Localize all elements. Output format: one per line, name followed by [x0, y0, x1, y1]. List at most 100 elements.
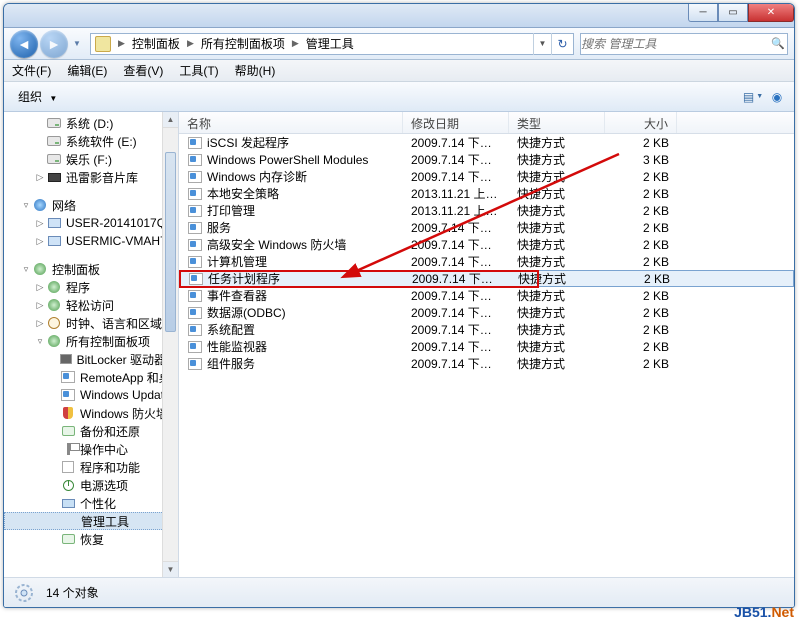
- navbar: ◄ ► ▼ ▶ 控制面板 ▶ 所有控制面板项 ▶ 管理工具 ▼ ↻ 🔍: [4, 28, 794, 60]
- caret-icon[interactable]: ▷: [34, 172, 46, 183]
- breadcrumb-part1[interactable]: 控制面板: [128, 35, 184, 52]
- sidebar-item[interactable]: BitLocker 驱动器加: [4, 350, 178, 368]
- list-row[interactable]: 本地安全策略2013.11.21 上午...快捷方式2 KB: [179, 185, 794, 202]
- minimize-button[interactable]: ─: [688, 4, 718, 22]
- forward-button[interactable]: ►: [40, 30, 68, 58]
- organize-button[interactable]: 组织 ▼: [10, 86, 65, 107]
- sidebar-item[interactable]: 管理工具: [4, 512, 178, 530]
- sidebar-item[interactable]: 程序和功能: [4, 458, 178, 476]
- list-row[interactable]: Windows PowerShell Modules2009.7.14 下午 1…: [179, 151, 794, 168]
- caret-icon[interactable]: ▷: [34, 236, 46, 247]
- caret-icon[interactable]: ▿: [20, 200, 32, 211]
- list-row[interactable]: iSCSI 发起程序2009.7.14 下午 1...快捷方式2 KB: [179, 134, 794, 151]
- scrollbar[interactable]: ▲ ▼: [162, 112, 178, 577]
- scroll-thumb[interactable]: [165, 152, 176, 332]
- tv-icon: [46, 170, 62, 184]
- scroll-down[interactable]: ▼: [163, 561, 178, 577]
- sidebar-item[interactable]: 操作中心: [4, 440, 178, 458]
- menu-help[interactable]: 帮助(H): [227, 62, 284, 79]
- row-date: 2009.7.14 下午 1...: [403, 304, 509, 321]
- breadcrumb[interactable]: ▶ 控制面板 ▶ 所有控制面板项 ▶ 管理工具 ▼ ↻: [90, 33, 574, 55]
- row-type: 快捷方式: [510, 270, 606, 287]
- caret-icon[interactable]: ▷: [34, 282, 46, 293]
- sidebar-item-label: USERMIC-VMAH7V: [66, 234, 175, 248]
- row-type: 快捷方式: [509, 202, 605, 219]
- sidebar-item[interactable]: ▷程序: [4, 278, 178, 296]
- help-button[interactable]: ◉: [766, 87, 788, 107]
- list-row[interactable]: 任务计划程序2009.7.14 下午 1...快捷方式2 KB: [179, 270, 794, 287]
- breadcrumb-dropdown[interactable]: ▼: [533, 33, 551, 55]
- list-row[interactable]: 性能监视器2009.7.14 下午 1...快捷方式2 KB: [179, 338, 794, 355]
- sidebar-item[interactable]: ▿所有控制面板项: [4, 332, 178, 350]
- column-size[interactable]: 大小: [605, 112, 677, 133]
- caret-icon[interactable]: ▷: [34, 318, 46, 329]
- search-icon[interactable]: 🔍: [769, 37, 787, 50]
- sidebar-item[interactable]: 个性化: [4, 494, 178, 512]
- shortcut-icon: [187, 170, 203, 184]
- row-type: 快捷方式: [509, 304, 605, 321]
- scroll-up[interactable]: ▲: [163, 112, 178, 128]
- gear-icon: [61, 514, 77, 528]
- row-name: 性能监视器: [207, 338, 267, 355]
- sidebar-item[interactable]: ▷USER-20141017QI: [4, 214, 178, 232]
- menu-view[interactable]: 查看(V): [115, 62, 171, 79]
- list-row[interactable]: 打印管理2013.11.21 上午...快捷方式2 KB: [179, 202, 794, 219]
- explorer-window: ─ ▭ ✕ ◄ ► ▼ ▶ 控制面板 ▶ 所有控制面板项 ▶ 管理工具 ▼ ↻ …: [3, 3, 795, 608]
- list-row[interactable]: 服务2009.7.14 下午 1...快捷方式2 KB: [179, 219, 794, 236]
- list-row[interactable]: 数据源(ODBC)2009.7.14 下午 1...快捷方式2 KB: [179, 304, 794, 321]
- column-date[interactable]: 修改日期: [403, 112, 509, 133]
- row-type: 快捷方式: [509, 236, 605, 253]
- sidebar-item[interactable]: ▿网络: [4, 196, 178, 214]
- row-date: 2009.7.14 下午 1...: [403, 151, 509, 168]
- menu-tools[interactable]: 工具(T): [171, 62, 226, 79]
- close-button[interactable]: ✕: [748, 4, 794, 22]
- sidebar-item[interactable]: 系统软件 (E:): [4, 132, 178, 150]
- row-type: 快捷方式: [509, 287, 605, 304]
- column-type[interactable]: 类型: [509, 112, 605, 133]
- sidebar: 系统 (D:)系统软件 (E:)娱乐 (F:)▷迅雷影音片库 ▿网络▷USER-2…: [4, 112, 179, 577]
- refresh-button[interactable]: ↻: [551, 33, 573, 55]
- list-row[interactable]: 计算机管理2009.7.14 下午 1...快捷方式2 KB: [179, 253, 794, 270]
- sidebar-item[interactable]: 娱乐 (F:): [4, 150, 178, 168]
- view-mode-button[interactable]: ▤▼: [742, 87, 764, 107]
- maximize-button[interactable]: ▭: [718, 4, 748, 22]
- sidebar-item[interactable]: ▷迅雷影音片库: [4, 168, 178, 186]
- breadcrumb-part3[interactable]: 管理工具: [302, 35, 358, 52]
- shortcut-icon: [187, 238, 203, 252]
- sidebar-item[interactable]: 系统 (D:): [4, 114, 178, 132]
- list-row[interactable]: 事件查看器2009.7.14 下午 1...快捷方式2 KB: [179, 287, 794, 304]
- sidebar-item[interactable]: ▷轻松访问: [4, 296, 178, 314]
- column-name[interactable]: 名称: [179, 112, 403, 133]
- list-row[interactable]: 高级安全 Windows 防火墙2009.7.14 下午 1...快捷方式2 K…: [179, 236, 794, 253]
- net-icon: [32, 198, 48, 212]
- sidebar-item[interactable]: ▷ USERMIC-VMAH7V: [4, 232, 178, 250]
- caret-icon[interactable]: ▿: [20, 264, 32, 275]
- chevron-right-icon: ▶: [184, 38, 197, 49]
- row-date: 2009.7.14 下午 1...: [403, 253, 509, 270]
- sidebar-item[interactable]: 备份和还原: [4, 422, 178, 440]
- sidebar-item[interactable]: Windows Update: [4, 386, 178, 404]
- shortcut-icon: [187, 255, 203, 269]
- menu-edit[interactable]: 编辑(E): [59, 62, 115, 79]
- shortcut-icon: [188, 272, 204, 286]
- list-row[interactable]: 组件服务2009.7.14 下午 1...快捷方式2 KB: [179, 355, 794, 372]
- history-dropdown[interactable]: ▼: [70, 34, 84, 54]
- menu-file[interactable]: 文件(F): [4, 62, 59, 79]
- caret-icon[interactable]: ▷: [34, 218, 46, 229]
- sidebar-item[interactable]: RemoteApp 和桌: [4, 368, 178, 386]
- drive-icon: [46, 116, 62, 130]
- sidebar-item[interactable]: 电源选项: [4, 476, 178, 494]
- sidebar-item[interactable]: 恢复: [4, 530, 178, 548]
- sidebar-item[interactable]: ▷时钟、语言和区域: [4, 314, 178, 332]
- search-box[interactable]: 🔍: [580, 33, 788, 55]
- caret-icon[interactable]: ▷: [34, 300, 46, 311]
- list-row[interactable]: Windows 内存诊断2009.7.14 下午 1...快捷方式2 KB: [179, 168, 794, 185]
- caret-icon[interactable]: ▿: [34, 336, 46, 347]
- list-row[interactable]: 系统配置2009.7.14 下午 1...快捷方式2 KB: [179, 321, 794, 338]
- organize-label: 组织: [18, 90, 42, 104]
- sidebar-item[interactable]: Windows 防火墙: [4, 404, 178, 422]
- breadcrumb-part2[interactable]: 所有控制面板项: [197, 35, 289, 52]
- sidebar-item[interactable]: ▿控制面板: [4, 260, 178, 278]
- back-button[interactable]: ◄: [10, 30, 38, 58]
- search-input[interactable]: [581, 37, 769, 51]
